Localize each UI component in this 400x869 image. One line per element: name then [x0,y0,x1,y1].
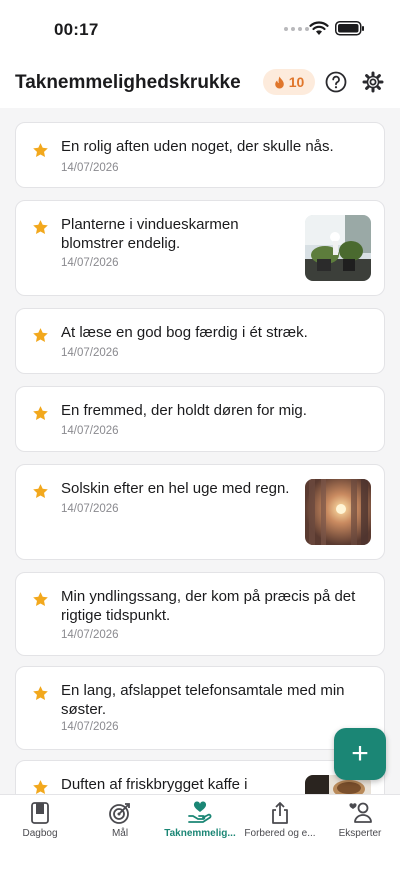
target-icon [109,803,130,824]
star-icon [33,484,48,498]
tab-dagbog[interactable]: Dagbog [0,801,80,839]
gratitude-entry-card[interactable]: En fremmed, der holdt døren for mig. 14/… [15,386,385,452]
tab-label: Dagbog [22,828,58,839]
entry-date: 14/07/2026 [61,721,119,733]
star-icon [33,592,48,606]
tab-eksperter[interactable]: Eksperter [320,801,400,839]
help-icon[interactable] [325,71,347,93]
tab-bar: Dagbog Mål Taknemmelig... Forbered og e.… [0,794,400,869]
signal-icon [284,27,309,31]
star-icon [33,406,48,420]
add-entry-button[interactable]: + [334,728,386,780]
tab-label: Eksperter [338,828,382,839]
entry-text: Planterne i vindueskarmen blomstrer ende… [61,216,239,252]
flame-icon [274,76,284,88]
journal-icon [31,802,49,824]
tab-maal[interactable]: Mål [80,801,160,839]
streak-count: 10 [288,74,305,90]
gratitude-entry-card[interactable]: En lang, afslappet telefonsamtale med mi… [15,666,385,750]
plus-icon: + [351,737,369,770]
star-icon [33,780,48,794]
gratitude-entry-card[interactable]: Planterne i vindueskarmen blomstrer ende… [15,200,385,296]
status-time: 00:17 [54,20,99,39]
entry-text: Min yndlingssang, der kom på præcis på d… [61,588,356,624]
plants-photo[interactable] [305,215,371,281]
entry-text: En rolig aften uden noget, der skulle nå… [61,138,334,155]
sunset-window-photo[interactable] [305,479,371,545]
entry-text: Solskin efter en hel uge med regn. [61,480,290,497]
wifi-icon [309,21,329,35]
tab-taknemmelighed[interactable]: Taknemmelig... [160,801,240,839]
entry-date: 14/07/2026 [61,629,119,641]
page-title: Taknemmelighedskrukke [15,72,241,93]
entry-date: 14/07/2026 [61,425,119,437]
battery-icon [335,21,364,36]
gratitude-entry-card[interactable]: En rolig aften uden noget, der skulle nå… [15,122,385,188]
gratitude-entry-card[interactable]: At læse en god bog færdig i ét stræk. 14… [15,308,385,374]
gratitude-list[interactable]: En rolig aften uden noget, der skulle nå… [0,108,400,794]
entry-date: 14/07/2026 [61,162,119,174]
entry-date: 14/07/2026 [61,347,119,359]
status-bar: 00:17 [0,0,400,58]
streak-badge[interactable]: 10 [263,69,315,95]
tab-label: Mål [111,828,129,839]
entry-text: En lang, afslappet telefonsamtale med mi… [61,682,345,718]
gratitude-entry-card[interactable]: Duften af friskbrygget kaffe i [15,760,385,794]
entry-text: En fremmed, der holdt døren for mig. [61,402,307,419]
gear-icon[interactable] [362,71,384,93]
star-icon [33,143,48,157]
entry-date: 14/07/2026 [61,257,119,269]
entry-text: At læse en god bog færdig i ét stræk. [61,324,308,341]
tab-label: Forbered og e... [244,828,316,839]
entry-text: Duften af friskbrygget kaffe i [61,776,248,793]
share-icon [272,802,288,824]
gratitude-entry-card[interactable]: Solskin efter en hel uge med regn. 14/07… [15,464,385,560]
star-icon [33,220,48,234]
experts-icon [349,802,372,823]
tab-forbered[interactable]: Forbered og e... [240,801,320,839]
star-icon [33,686,48,700]
gratitude-entry-card[interactable]: Min yndlingssang, der kom på præcis på d… [15,572,385,656]
hand-heart-icon [188,801,212,823]
app-header: Taknemmelighedskrukke 10 [0,58,400,108]
entry-date: 14/07/2026 [61,503,119,515]
tab-label: Taknemmelig... [164,828,236,839]
star-icon [33,328,48,342]
